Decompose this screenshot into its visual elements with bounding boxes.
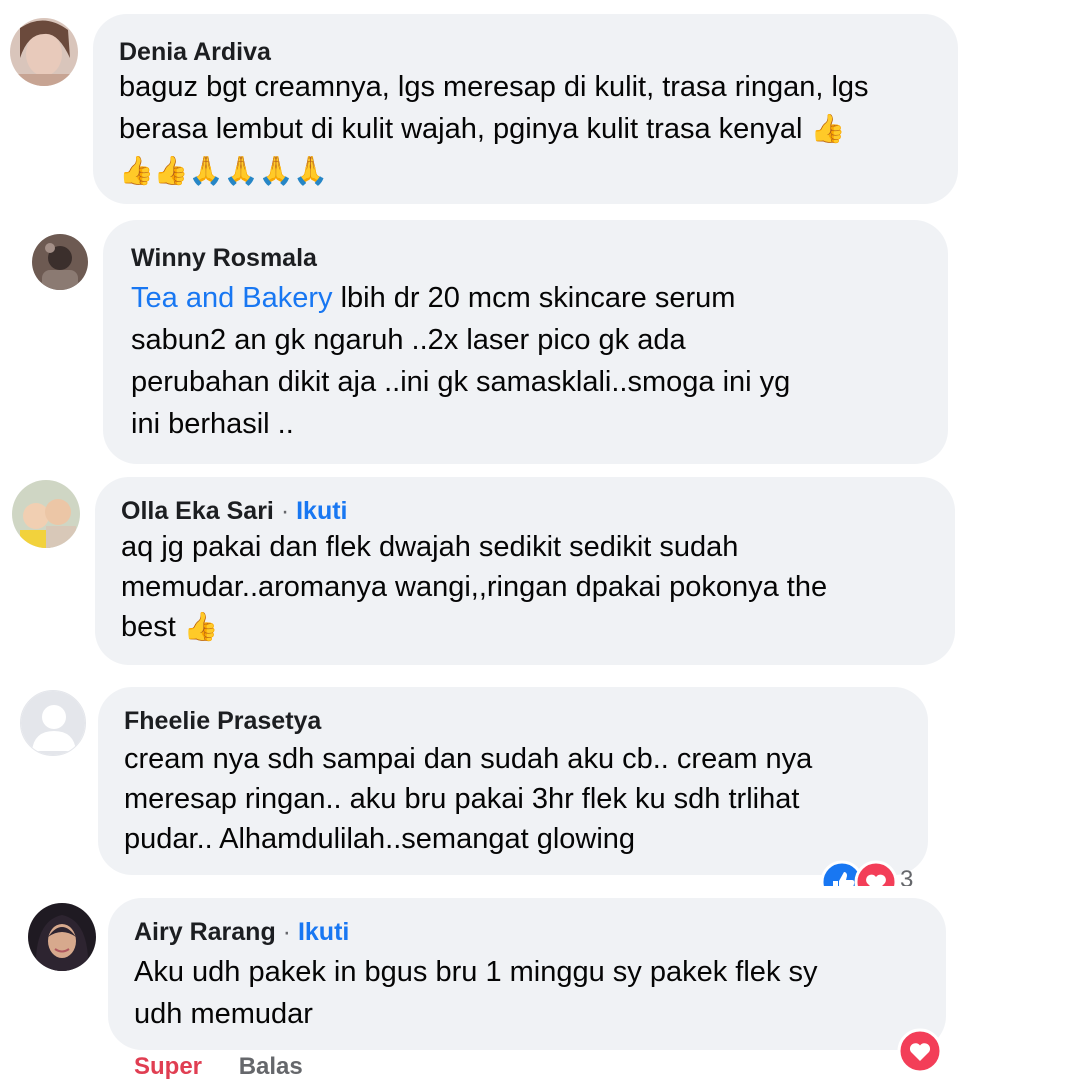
folded-hands-icon: 🙏 <box>258 154 294 187</box>
follow-button[interactable]: Ikuti <box>296 497 347 525</box>
comment-line: ini berhasil .. <box>131 408 294 440</box>
comment-line: Aku udh pakek in bgus bru 1 minggu sy pa… <box>134 956 818 988</box>
folded-hands-icon: 🙏 <box>188 154 224 187</box>
comment-text: aq jg pakai dan flek dwajah sedikit sedi… <box>121 527 941 647</box>
comment-bubble: Olla Eka Sari · Ikuti aq jg pakai dan fl… <box>95 477 955 665</box>
tagged-page-link[interactable]: Tea and Bakery <box>131 282 333 314</box>
thumbs-up-icon: 👍 <box>153 154 189 187</box>
love-reaction-icon <box>854 860 898 886</box>
comment-line: cream nya sdh sampai dan sudah aku cb.. … <box>124 743 813 775</box>
comment-line: aq jg pakai dan flek dwajah sedikit sedi… <box>121 531 739 563</box>
comment-text: baguz bgt creamnya, lgs meresap di kulit… <box>119 66 949 192</box>
super-reaction-button[interactable]: Super <box>134 1053 202 1080</box>
comment-text: cream nya sdh sampai dan sudah aku cb.. … <box>124 739 914 859</box>
thumbs-up-icon: 👍 <box>810 112 846 145</box>
follow-button[interactable]: Ikuti <box>298 918 349 946</box>
comment-author[interactable]: Denia Ardiva <box>119 38 271 67</box>
comment-text: Tea and Bakery lbih dr 20 mcm skincare s… <box>131 277 931 445</box>
comment-line: berasa lembut di kulit wajah, pginya kul… <box>119 112 846 145</box>
comment-line: pudar.. Alhamdulilah..semangat glowing <box>124 823 636 855</box>
comment-bubble: Winny Rosmala Tea and Bakery lbih dr 20 … <box>103 220 948 464</box>
comment-author[interactable]: Olla Eka Sari · Ikuti <box>121 497 348 526</box>
comment-line: udh memudar <box>134 998 313 1030</box>
comment-line: perubahan dikit aja ..ini gk samasklali.… <box>131 366 791 398</box>
reply-button[interactable]: Balas <box>239 1053 303 1080</box>
comment-line: baguz bgt creamnya, lgs meresap di kulit… <box>119 71 869 103</box>
comment-text: Aku udh pakek in bgus bru 1 minggu sy pa… <box>134 951 934 1035</box>
comment-actions: Super Balas <box>134 1053 303 1081</box>
folded-hands-icon: 🙏 <box>293 154 329 187</box>
thumbs-up-icon: 👍 <box>119 154 154 187</box>
comment-bubble: Airy Rarang · Ikuti Aku udh pakek in bgu… <box>108 898 946 1050</box>
love-reaction-badge[interactable] <box>897 1028 943 1074</box>
reaction-summary[interactable]: 3 <box>820 860 930 886</box>
comment-bubble: Denia Ardiva baguz bgt creamnya, lgs mer… <box>93 14 958 204</box>
comment-bubble: Fheelie Prasetya cream nya sdh sampai da… <box>98 687 928 875</box>
comment-line: best 👍 <box>121 610 219 643</box>
profile-photo-icon <box>12 480 80 548</box>
love-reaction-icon <box>897 1028 943 1074</box>
profile-photo-icon <box>10 18 78 86</box>
comment-author[interactable]: Airy Rarang · Ikuti <box>134 918 349 947</box>
emoji-row: 👍👍🙏🙏🙏🙏 <box>119 150 949 192</box>
reaction-count: 3 <box>900 866 914 886</box>
comment-line: memudar..aromanya wangi,,ringan dpakai p… <box>121 571 828 603</box>
comment-line: meresap ringan.. aku bru pakai 3hr flek … <box>124 783 800 815</box>
avatar-winny-rosmala[interactable] <box>32 234 88 290</box>
comment-line: Tea and Bakery lbih dr 20 mcm skincare s… <box>131 282 736 314</box>
avatar-denia-ardiva[interactable] <box>10 18 78 86</box>
profile-photo-icon <box>28 903 96 971</box>
profile-photo-icon <box>32 234 88 290</box>
comment-author[interactable]: Winny Rosmala <box>131 244 317 273</box>
avatar-fheelie-prasetya[interactable] <box>20 690 86 756</box>
folded-hands-icon: 🙏 <box>223 154 259 187</box>
thumbs-up-icon: 👍 <box>183 610 219 643</box>
comment-line: sabun2 an gk ngaruh ..2x laser pico gk a… <box>131 324 686 356</box>
comment-author[interactable]: Fheelie Prasetya <box>124 707 321 736</box>
avatar-olla-eka-sari[interactable] <box>12 480 80 548</box>
avatar-airy-rarang[interactable] <box>28 903 96 971</box>
default-avatar-icon <box>21 691 85 755</box>
